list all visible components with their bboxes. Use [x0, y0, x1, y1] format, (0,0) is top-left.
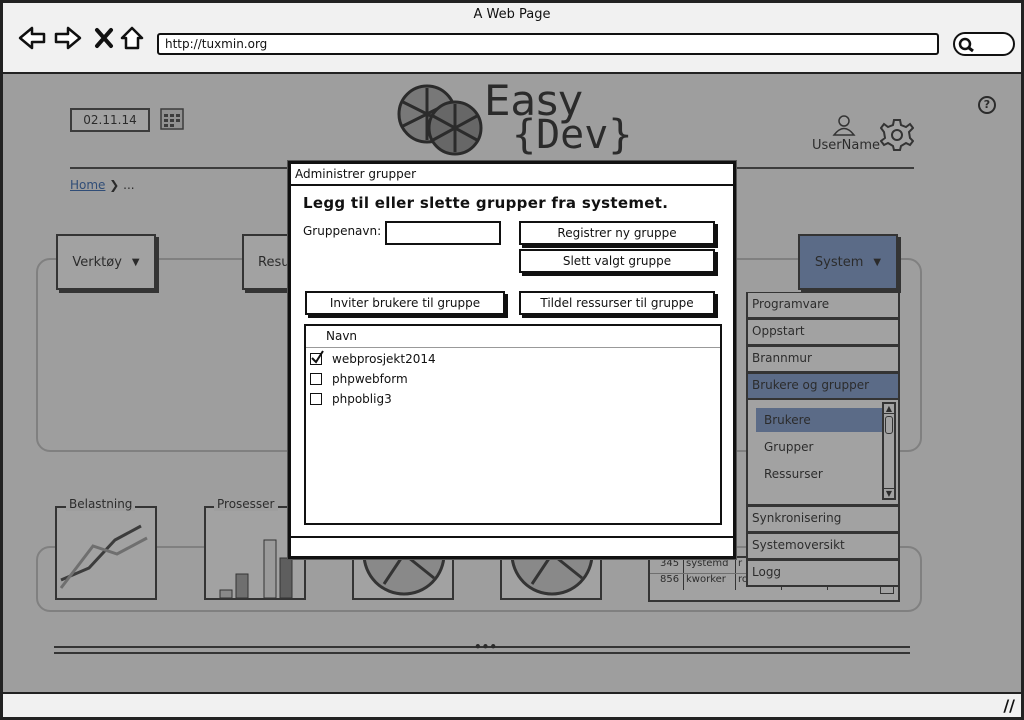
- manage-groups-dialog: Administrer grupper Legg til eller slett…: [288, 161, 736, 559]
- url-bar[interactable]: http://tuxmin.org: [157, 33, 939, 55]
- register-group-button[interactable]: Registrer ny gruppe: [519, 221, 715, 245]
- group-name: phpoblig3: [332, 392, 392, 406]
- group-name: webprosjekt2014: [332, 352, 436, 366]
- assign-resources-button[interactable]: Tildel ressurser til gruppe: [519, 291, 715, 315]
- checkbox-checked[interactable]: [310, 350, 324, 365]
- checkbox[interactable]: [310, 373, 322, 385]
- stop-icon[interactable]: [89, 23, 119, 53]
- browser-status-bar: //: [0, 692, 1024, 720]
- checkbox[interactable]: [310, 393, 322, 405]
- search-icon: [958, 37, 974, 53]
- resize-grip-icon[interactable]: //: [1003, 696, 1015, 715]
- list-item[interactable]: webprosjekt2014: [306, 349, 720, 369]
- browser-chrome: A Web Page http://tuxmin.org: [0, 0, 1024, 74]
- group-list: Navn webprosjekt2014 phpwebform phpoblig…: [304, 324, 722, 525]
- window-title: A Web Page: [473, 7, 551, 22]
- group-name-input[interactable]: [385, 221, 501, 245]
- home-icon[interactable]: [117, 23, 147, 53]
- forward-icon[interactable]: [53, 23, 83, 53]
- group-name-label: Gruppenavn:: [303, 224, 382, 238]
- search-field[interactable]: [953, 32, 1015, 56]
- dialog-footer: [291, 536, 733, 556]
- group-name: phpwebform: [332, 372, 408, 386]
- back-icon[interactable]: [17, 23, 47, 53]
- dialog-heading: Legg til eller slette grupper fra system…: [303, 194, 669, 212]
- list-item[interactable]: phpoblig3: [306, 389, 720, 409]
- invite-users-button[interactable]: Inviter brukere til gruppe: [305, 291, 505, 315]
- list-header: Navn: [306, 326, 720, 348]
- delete-group-button[interactable]: Slett valgt gruppe: [519, 249, 715, 273]
- dialog-title: Administrer grupper: [291, 164, 733, 186]
- list-item[interactable]: phpwebform: [306, 369, 720, 389]
